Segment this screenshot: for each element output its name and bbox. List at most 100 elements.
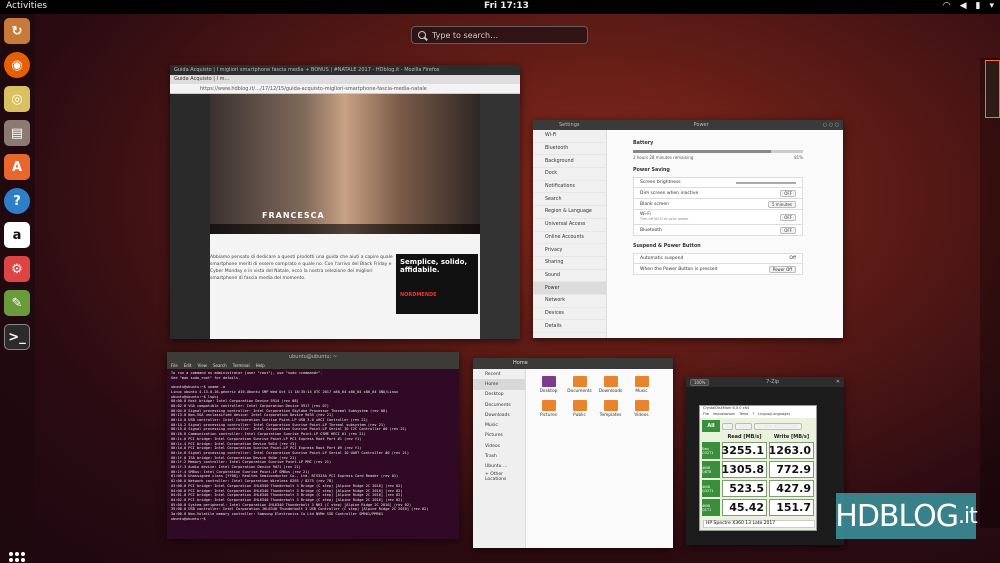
sidebar-item[interactable]: Pictures [473, 431, 525, 441]
amazon-icon[interactable]: a [4, 222, 30, 248]
battery-icon[interactable]: ▮ [976, 1, 981, 11]
auto-suspend-row[interactable]: Automatic suspend Off [633, 253, 803, 264]
menu-item[interactable]: Terminal [233, 363, 250, 368]
wifi-row[interactable]: Wi-Fi Turn off Wi-Fi to save power OFF [633, 210, 803, 225]
help-icon[interactable]: ? [4, 188, 30, 214]
sidebar-item[interactable]: Sound [533, 270, 606, 283]
folder-item[interactable]: Desktop [533, 376, 564, 394]
sidebar-item-power[interactable]: Power [533, 282, 606, 295]
browser-tab[interactable]: Guida Acquisto | I m… [170, 75, 520, 84]
bluetooth-row[interactable]: Bluetooth OFF [633, 225, 803, 236]
sidebar-item[interactable]: Documents [473, 400, 525, 410]
sidebar-item[interactable]: Network [533, 295, 606, 308]
settings-window[interactable]: Settings Power ○ ○ ○ Wi-Fi Bluetooth Bac… [533, 120, 843, 338]
window-titlebar[interactable]: 100% 7-Zip ✕ [686, 377, 844, 387]
volume-icon[interactable]: ◀ [960, 1, 967, 11]
menu-item[interactable]: Impostazioni [713, 412, 735, 418]
folder-item[interactable]: Videos [626, 400, 657, 418]
firefox-icon[interactable]: ◉ [4, 52, 30, 78]
sidebar-item-home[interactable]: Home [473, 379, 525, 390]
sidebar-item[interactable]: Online Accounts [533, 232, 606, 245]
sidebar-item[interactable]: Notifications [533, 181, 606, 194]
sidebar-item[interactable]: Downloads [473, 410, 525, 420]
clock[interactable]: Fri 17:13 [484, 1, 529, 11]
bluetooth-toggle[interactable]: OFF [780, 226, 796, 234]
sidebar-item[interactable]: Search [533, 193, 606, 207]
terminal-icon[interactable]: >_ [4, 324, 30, 350]
files-window[interactable]: Home Recent Home Desktop Documents Downl… [473, 358, 673, 548]
window-controls[interactable]: ○ ○ ○ [823, 122, 839, 128]
sidebar-item[interactable]: Music [473, 420, 525, 430]
dim-screen-row[interactable]: Dim screen when inactive OFF [633, 188, 803, 199]
screenshot-icon[interactable]: ✎ [4, 290, 30, 316]
chevron-down-icon[interactable]: ▾ [989, 1, 994, 11]
rhythmbox-icon[interactable]: ◎ [4, 86, 30, 112]
folder-item[interactable]: Public [564, 400, 595, 418]
size-select[interactable]: 1GiB [734, 422, 753, 430]
drive-select[interactable]: C: 39% (87/225GiB) [754, 422, 802, 430]
show-applications-icon[interactable] [9, 552, 25, 563]
sidebar-item[interactable]: Wi-Fi [533, 130, 606, 143]
comment-field[interactable]: HP Spectre X360 13 Late 2017 [703, 520, 815, 528]
workspace-thumbnail[interactable] [985, 60, 1000, 118]
runs-select[interactable]: 5 [722, 422, 733, 430]
test-button[interactable]: Seq Q32T1 [702, 442, 720, 459]
search-box[interactable]: Type to search… [411, 26, 588, 44]
folder-item[interactable]: Pictures [533, 400, 564, 418]
menu-item[interactable]: Edit [184, 363, 192, 368]
crystaldiskmark-window[interactable]: 100% 7-Zip ✕ CrystalDiskMark 6.0.0 x64 F… [686, 377, 844, 545]
terminal-output[interactable]: To run a command as administrator (user … [167, 369, 459, 524]
sidebar-item[interactable]: Trash [473, 451, 525, 461]
menu-item[interactable]: File [703, 412, 709, 418]
sidebar-item[interactable]: Universal Access [533, 219, 606, 232]
auto-suspend-value[interactable]: Off [789, 256, 796, 261]
sidebar-item[interactable]: Devices [533, 308, 606, 321]
terminal-window[interactable]: ubuntu@ubuntu: ~ File Edit View Search T… [167, 352, 459, 539]
sidebar-item[interactable]: Details [533, 320, 606, 333]
dim-screen-toggle[interactable]: OFF [780, 189, 796, 197]
sidebar-item[interactable]: Bluetooth [533, 143, 606, 156]
wifi-toggle[interactable]: OFF [780, 213, 796, 221]
sidebar-item[interactable]: Videos [473, 441, 525, 451]
search-input[interactable]: Type to search… [432, 31, 498, 40]
sidebar-item[interactable]: Dock [533, 168, 606, 181]
url-bar[interactable]: https://www.hdblog.it/…/17/12/15/guida-a… [170, 84, 520, 94]
web-page[interactable]: FRANCESCA Abbiamo pensato di dedicare a … [170, 94, 520, 339]
brightness-slider[interactable] [736, 181, 796, 184]
menu-item[interactable]: Lingua(Language) [758, 412, 790, 418]
test-button[interactable]: 4KiB Q1T1 [702, 499, 720, 516]
test-button[interactable]: 4KiB Q32T1 [702, 480, 720, 497]
window-titlebar[interactable]: Home [473, 358, 673, 369]
brightness-row[interactable]: Screen brightness [633, 177, 803, 188]
sidebar-item[interactable]: Recent [473, 369, 525, 379]
ubuntu-software-icon[interactable]: A [4, 154, 30, 180]
folder-item[interactable]: Downloads [595, 376, 626, 394]
folder-item[interactable]: Templates [595, 400, 626, 418]
test-button[interactable]: 4KiB Q8T8 [702, 461, 720, 478]
close-icon[interactable]: ✕ [836, 379, 840, 385]
wifi-icon[interactable]: ◠ [943, 1, 951, 11]
zoom-select[interactable]: 100% [690, 378, 710, 386]
menu-item[interactable]: Help [256, 363, 265, 368]
workspace-switcher[interactable] [980, 58, 1000, 528]
files-icon[interactable]: ▤ [4, 120, 30, 146]
system-tray[interactable]: ◠ ◀ ▮ ▾ [943, 1, 994, 11]
sidebar-item[interactable]: + Other Locations [473, 472, 525, 482]
folder-item[interactable]: Music [626, 376, 657, 394]
window-titlebar[interactable]: ubuntu@ubuntu: ~ [167, 352, 459, 362]
menu-item[interactable]: Tema [739, 412, 748, 418]
sidebar-item[interactable]: Region & Language [533, 206, 606, 219]
all-button[interactable]: All [702, 420, 720, 432]
video-player[interactable]: FRANCESCA [210, 94, 480, 234]
blank-screen-row[interactable]: Blank screen 5 minutes [633, 199, 803, 210]
window-titlebar[interactable]: Settings Power ○ ○ ○ [533, 120, 843, 130]
folder-item[interactable]: Documents [564, 376, 595, 394]
power-button-row[interactable]: When the Power Button is pressed Power Of… [633, 264, 803, 275]
power-button-select[interactable]: Power Off [768, 265, 796, 273]
firefox-window[interactable]: Guida Acquisto | I migliori smartphone f… [170, 65, 520, 339]
advertisement[interactable]: Semplice, solido, affidabile. NORDMENDE [396, 254, 478, 314]
sidebar-item[interactable]: Ubuntu … [473, 462, 525, 472]
sidebar-item[interactable]: Privacy [533, 244, 606, 257]
menu-item[interactable]: View [197, 363, 207, 368]
sidebar-item[interactable]: Desktop [473, 390, 525, 400]
